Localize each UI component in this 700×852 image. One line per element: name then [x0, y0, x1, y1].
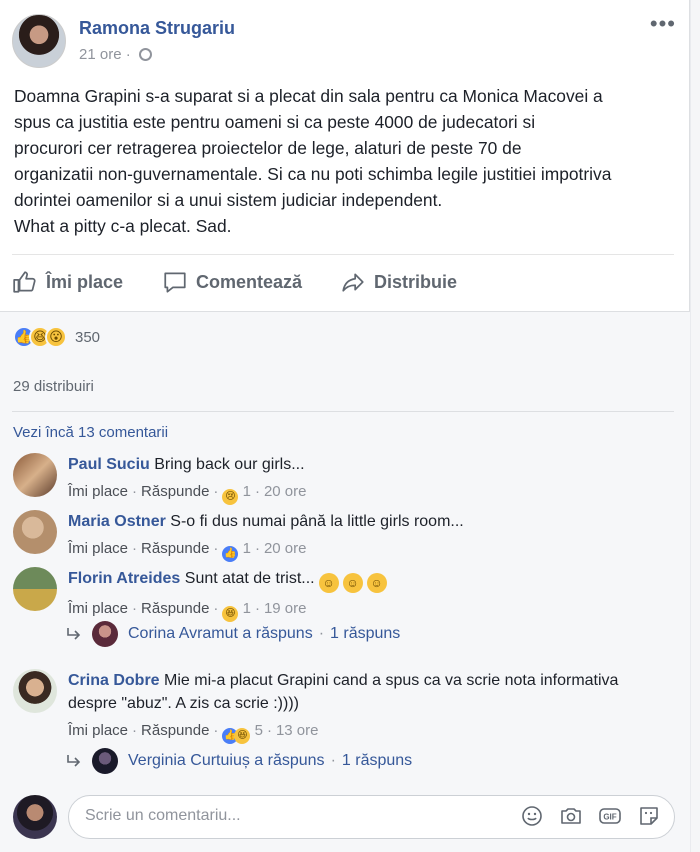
emoji-icon[interactable]: [520, 804, 544, 828]
reply-avatar: [92, 621, 118, 647]
reply-thread-link[interactable]: Verginia Curtuiuș a răspuns · 1 răspuns: [66, 748, 412, 774]
post-header: Ramona Strugariu 21 ore · •••: [12, 13, 682, 70]
reply-arrow-icon: [67, 755, 81, 767]
commenter-avatar[interactable]: [13, 669, 57, 713]
comment-icon: [164, 272, 186, 293]
comment-reply-button[interactable]: Răspunde: [141, 722, 209, 739]
share-icon: [342, 273, 364, 292]
post-text-line: spus ca justitia este pentru oameni si c…: [14, 112, 536, 132]
smile-emoji-icon: ☺: [342, 573, 363, 593]
reply-avatar: [92, 748, 118, 774]
haha-reaction-icon: 😆: [222, 606, 239, 622]
comment-like-button[interactable]: Îmi place: [68, 600, 128, 617]
post-text-line: Doamna Grapini s-a suparat si a plecat d…: [14, 86, 603, 106]
comment-reaction-count[interactable]: 1: [243, 540, 251, 557]
gif-icon[interactable]: GIF: [598, 804, 622, 828]
comment-button[interactable]: Comentează: [162, 269, 302, 295]
comment-actions: Îmi place · Răspunde · 👍😆 5 · 13 ore: [68, 719, 668, 744]
camera-icon[interactable]: [559, 804, 583, 828]
feedback-section: 👍 😆 😮 350 29 distribuiri Vezi încă 13 co…: [0, 311, 690, 852]
scrollbar[interactable]: [690, 0, 700, 852]
svg-text:GIF: GIF: [603, 813, 616, 822]
comment-reaction-count[interactable]: 5: [255, 722, 263, 739]
like-label: Îmi place: [46, 271, 124, 292]
smile-emoji-icon: ☺: [366, 573, 387, 593]
comment-composer: Scrie un comentariu... GIF: [13, 795, 675, 839]
reply-arrow-icon: [67, 628, 81, 640]
comment-like-button[interactable]: Îmi place: [68, 722, 128, 739]
comment-like-button[interactable]: Îmi place: [68, 483, 128, 500]
comment-text: despre "abuz". A zis ca scrie :)))): [68, 695, 299, 712]
current-user-avatar: [13, 795, 57, 839]
comment-like-button[interactable]: Îmi place: [68, 540, 128, 557]
comment-actions: Îmi place · Răspunde · 😆 1 · 19 ore: [68, 597, 668, 622]
reaction-count: 350: [75, 328, 101, 346]
smile-emoji-icon: ☺: [318, 573, 339, 593]
commenter-name[interactable]: Florin Atreides: [68, 570, 180, 587]
haha-reaction-icon: 😆: [234, 728, 251, 744]
reply-count: 1 răspuns: [330, 625, 401, 642]
comment-actions: Îmi place · Răspunde · 😢 1 · 20 ore: [68, 480, 668, 505]
post-action-bar: Îmi place Comentează Distribuie: [12, 254, 674, 310]
sticker-icon[interactable]: [637, 804, 661, 828]
post-text-line: procurori cer retragerea proiectelor de …: [14, 138, 522, 158]
like-reaction-icon: 👍: [222, 546, 239, 562]
post-text-line: dorintei oamenilor si a unui sistem judi…: [14, 190, 443, 210]
globe-icon: [138, 48, 152, 61]
comment-reaction-count[interactable]: 1: [243, 600, 251, 617]
reply-author-text: Verginia Curtuiuș a răspuns: [128, 752, 325, 769]
post-text-line: What a pitty c-a plecat. Sad.: [14, 216, 232, 236]
author-name[interactable]: Ramona Strugariu: [79, 18, 235, 39]
comment-time[interactable]: 19 ore: [264, 600, 307, 617]
post-time[interactable]: 21 ore: [79, 46, 122, 63]
reply-count: 1 răspuns: [341, 752, 413, 769]
comment-time[interactable]: 20 ore: [264, 483, 307, 500]
author-avatar[interactable]: [12, 14, 66, 68]
comment-time[interactable]: 13 ore: [276, 722, 319, 739]
comment-text: Sunt atat de trist...: [184, 570, 315, 587]
comment-text: Bring back our girls...: [154, 456, 305, 473]
comment-reply-button[interactable]: Răspunde: [141, 600, 209, 617]
wow-reaction-icon: 😮: [45, 326, 67, 348]
comment-text: S-o fi dus numai până la little girls ro…: [170, 513, 464, 530]
post-meta: 21 ore ·: [79, 46, 152, 63]
commenter-name[interactable]: Maria Ostner: [68, 513, 166, 530]
comment-reaction-count[interactable]: 1: [243, 483, 251, 500]
divider: [12, 411, 674, 412]
commenter-name[interactable]: Paul Suciu: [68, 456, 150, 473]
share-label: Distribuie: [374, 271, 458, 292]
comment-label: Comentează: [196, 271, 303, 292]
reaction-summary[interactable]: 👍 😆 😮 350: [13, 326, 100, 348]
reply-thread-link[interactable]: Corina Avramut a răspuns · 1 răspuns: [66, 621, 400, 647]
commenter-avatar[interactable]: [13, 453, 57, 497]
commenter-avatar[interactable]: [13, 510, 57, 554]
share-count[interactable]: 29 distribuiri: [13, 378, 94, 395]
commenter-avatar[interactable]: [13, 567, 57, 611]
comment-reply-button[interactable]: Răspunde: [141, 483, 209, 500]
more-options-icon[interactable]: •••: [650, 13, 676, 35]
comment-reply-button[interactable]: Răspunde: [141, 540, 209, 557]
post-text-line: organizatii non-guvernamentale. Si ca nu…: [14, 164, 612, 184]
commenter-name[interactable]: Crina Dobre: [68, 672, 160, 689]
post-body: Doamna Grapini s-a suparat si a plecat d…: [14, 83, 679, 239]
post-card: Ramona Strugariu 21 ore · ••• Doamna Gra…: [0, 0, 690, 852]
comment-text: Mie mi-a placut Grapini cand a spus ca v…: [164, 672, 619, 689]
view-more-comments[interactable]: Vezi încă 13 comentarii: [13, 424, 168, 441]
sad-reaction-icon: 😢: [222, 489, 239, 505]
comment-actions: Îmi place · Răspunde · 👍 1 · 20 ore: [68, 537, 668, 562]
share-button[interactable]: Distribuie: [340, 269, 457, 295]
comment-time[interactable]: 20 ore: [264, 540, 307, 557]
reply-author-text: Corina Avramut a răspuns: [128, 625, 313, 642]
like-button[interactable]: Îmi place: [12, 269, 123, 295]
thumbs-up-icon: [13, 271, 36, 293]
